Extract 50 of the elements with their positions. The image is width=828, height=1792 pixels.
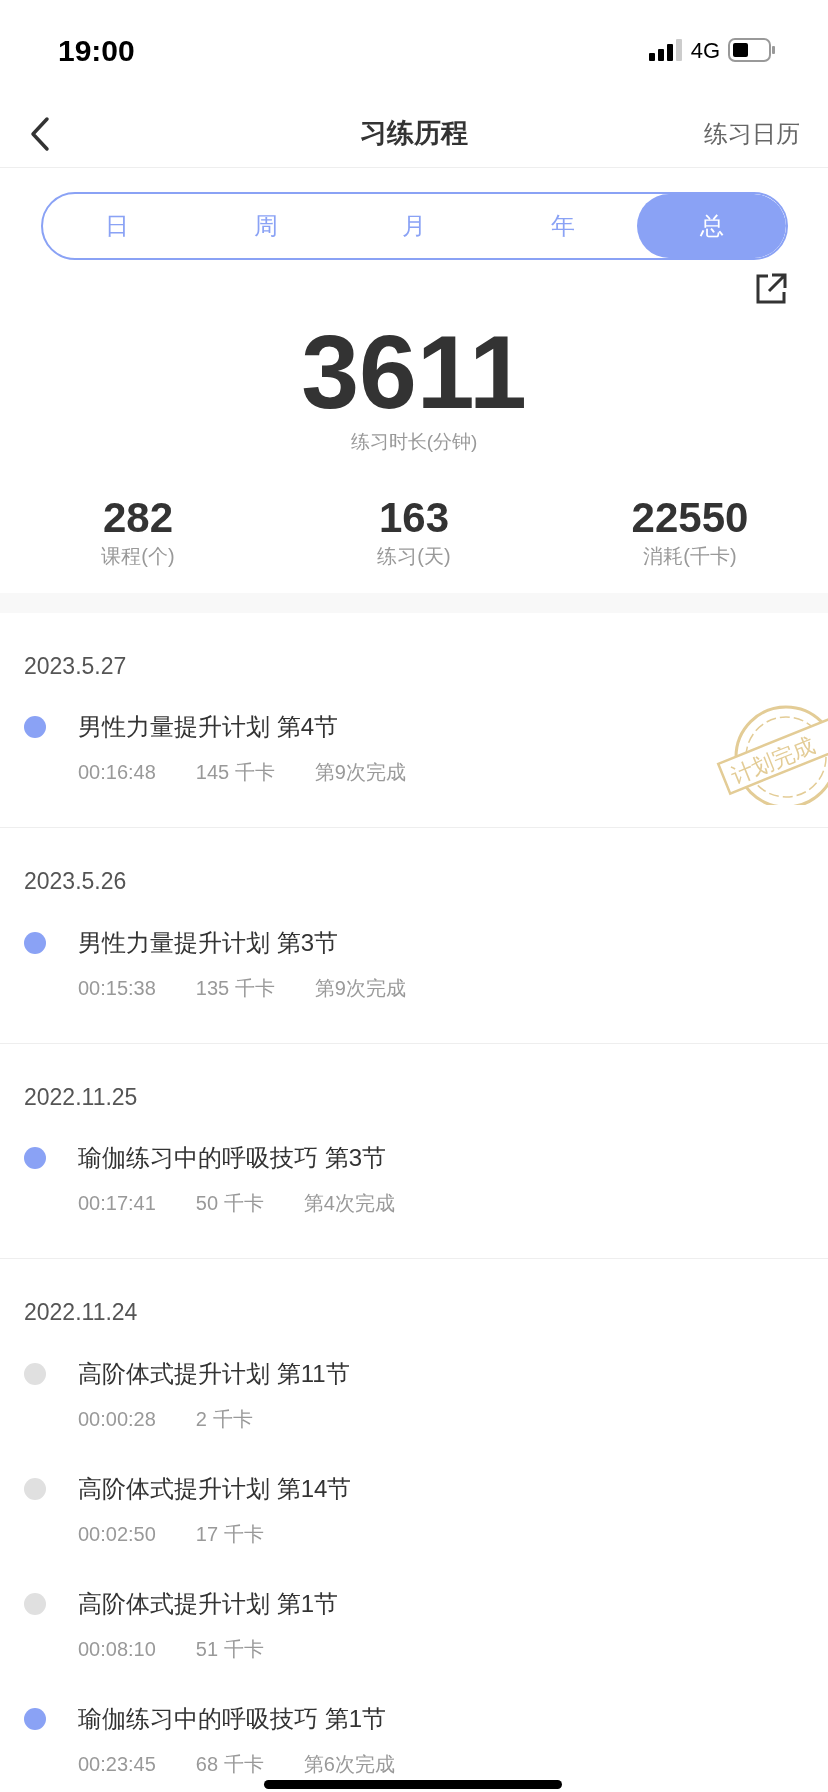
record-title: 男性力量提升计划 第4节 — [78, 712, 338, 743]
network-label: 4G — [690, 36, 720, 65]
date-heading: 2022.11.24 — [24, 1298, 139, 1328]
stat-label: 练习(天) — [377, 543, 451, 569]
signal-icon — [648, 39, 683, 61]
battery-icon — [728, 38, 776, 62]
record-duration: 00:23:45 — [78, 1751, 156, 1777]
period-tab[interactable]: 年 — [488, 194, 638, 258]
total-minutes: 3611 — [301, 320, 527, 424]
record-title: 瑜伽练习中的呼吸技巧 第1节 — [78, 1703, 386, 1734]
record-completion: 第6次完成 — [303, 1751, 395, 1777]
record-calories: 145 千卡 — [195, 760, 275, 786]
status-time: 19:00 — [58, 32, 135, 69]
back-button[interactable] — [30, 115, 50, 152]
record-duration: 00:02:50 — [78, 1521, 156, 1547]
stat-value: 22550 — [631, 494, 749, 541]
period-tab[interactable]: 日 — [43, 194, 192, 258]
record-duration: 00:15:38 — [78, 975, 156, 1001]
record-duration: 00:00:28 — [78, 1406, 156, 1432]
record-completion: 第9次完成 — [314, 975, 406, 1001]
record-calories: 51 千卡 — [195, 1636, 264, 1662]
calendar-link[interactable]: 练习日历 — [704, 115, 800, 152]
record-calories: 135 千卡 — [195, 975, 275, 1001]
record-duration: 00:17:41 — [78, 1191, 156, 1217]
date-heading: 2022.11.25 — [24, 1082, 139, 1112]
record-calories: 17 千卡 — [195, 1521, 264, 1547]
record-calories: 68 千卡 — [195, 1751, 264, 1777]
page-title: 习练历程 — [360, 117, 468, 151]
record-title: 高阶体式提升计划 第14节 — [78, 1473, 352, 1504]
record-completion: 第9次完成 — [314, 760, 406, 786]
record-completion: 第4次完成 — [303, 1191, 395, 1217]
stat-value: 282 — [102, 494, 174, 541]
record-title: 高阶体式提升计划 第11节 — [78, 1358, 350, 1389]
date-heading: 2023.5.26 — [24, 867, 128, 897]
record-title: 瑜伽练习中的呼吸技巧 第3节 — [78, 1143, 386, 1174]
stat-label: 消耗(千卡) — [643, 543, 737, 569]
date-heading: 2023.5.27 — [24, 651, 128, 681]
stat-label: 课程(个) — [101, 543, 175, 569]
stat-value: 163 — [378, 494, 450, 541]
record-title: 高阶体式提升计划 第1节 — [78, 1588, 338, 1619]
period-tab[interactable]: 月 — [340, 194, 489, 258]
record-duration: 00:16:48 — [78, 760, 156, 786]
record-title: 男性力量提升计划 第3节 — [78, 927, 338, 958]
record-calories: 2 千卡 — [195, 1406, 253, 1432]
share-icon[interactable] — [754, 272, 788, 306]
record-calories: 50 千卡 — [195, 1191, 264, 1217]
total-minutes-label: 练习时长(分钟) — [350, 430, 478, 454]
record-duration: 00:08:10 — [78, 1636, 156, 1662]
period-tab[interactable]: 周 — [191, 194, 341, 258]
period-tab[interactable]: 总 — [637, 194, 786, 258]
